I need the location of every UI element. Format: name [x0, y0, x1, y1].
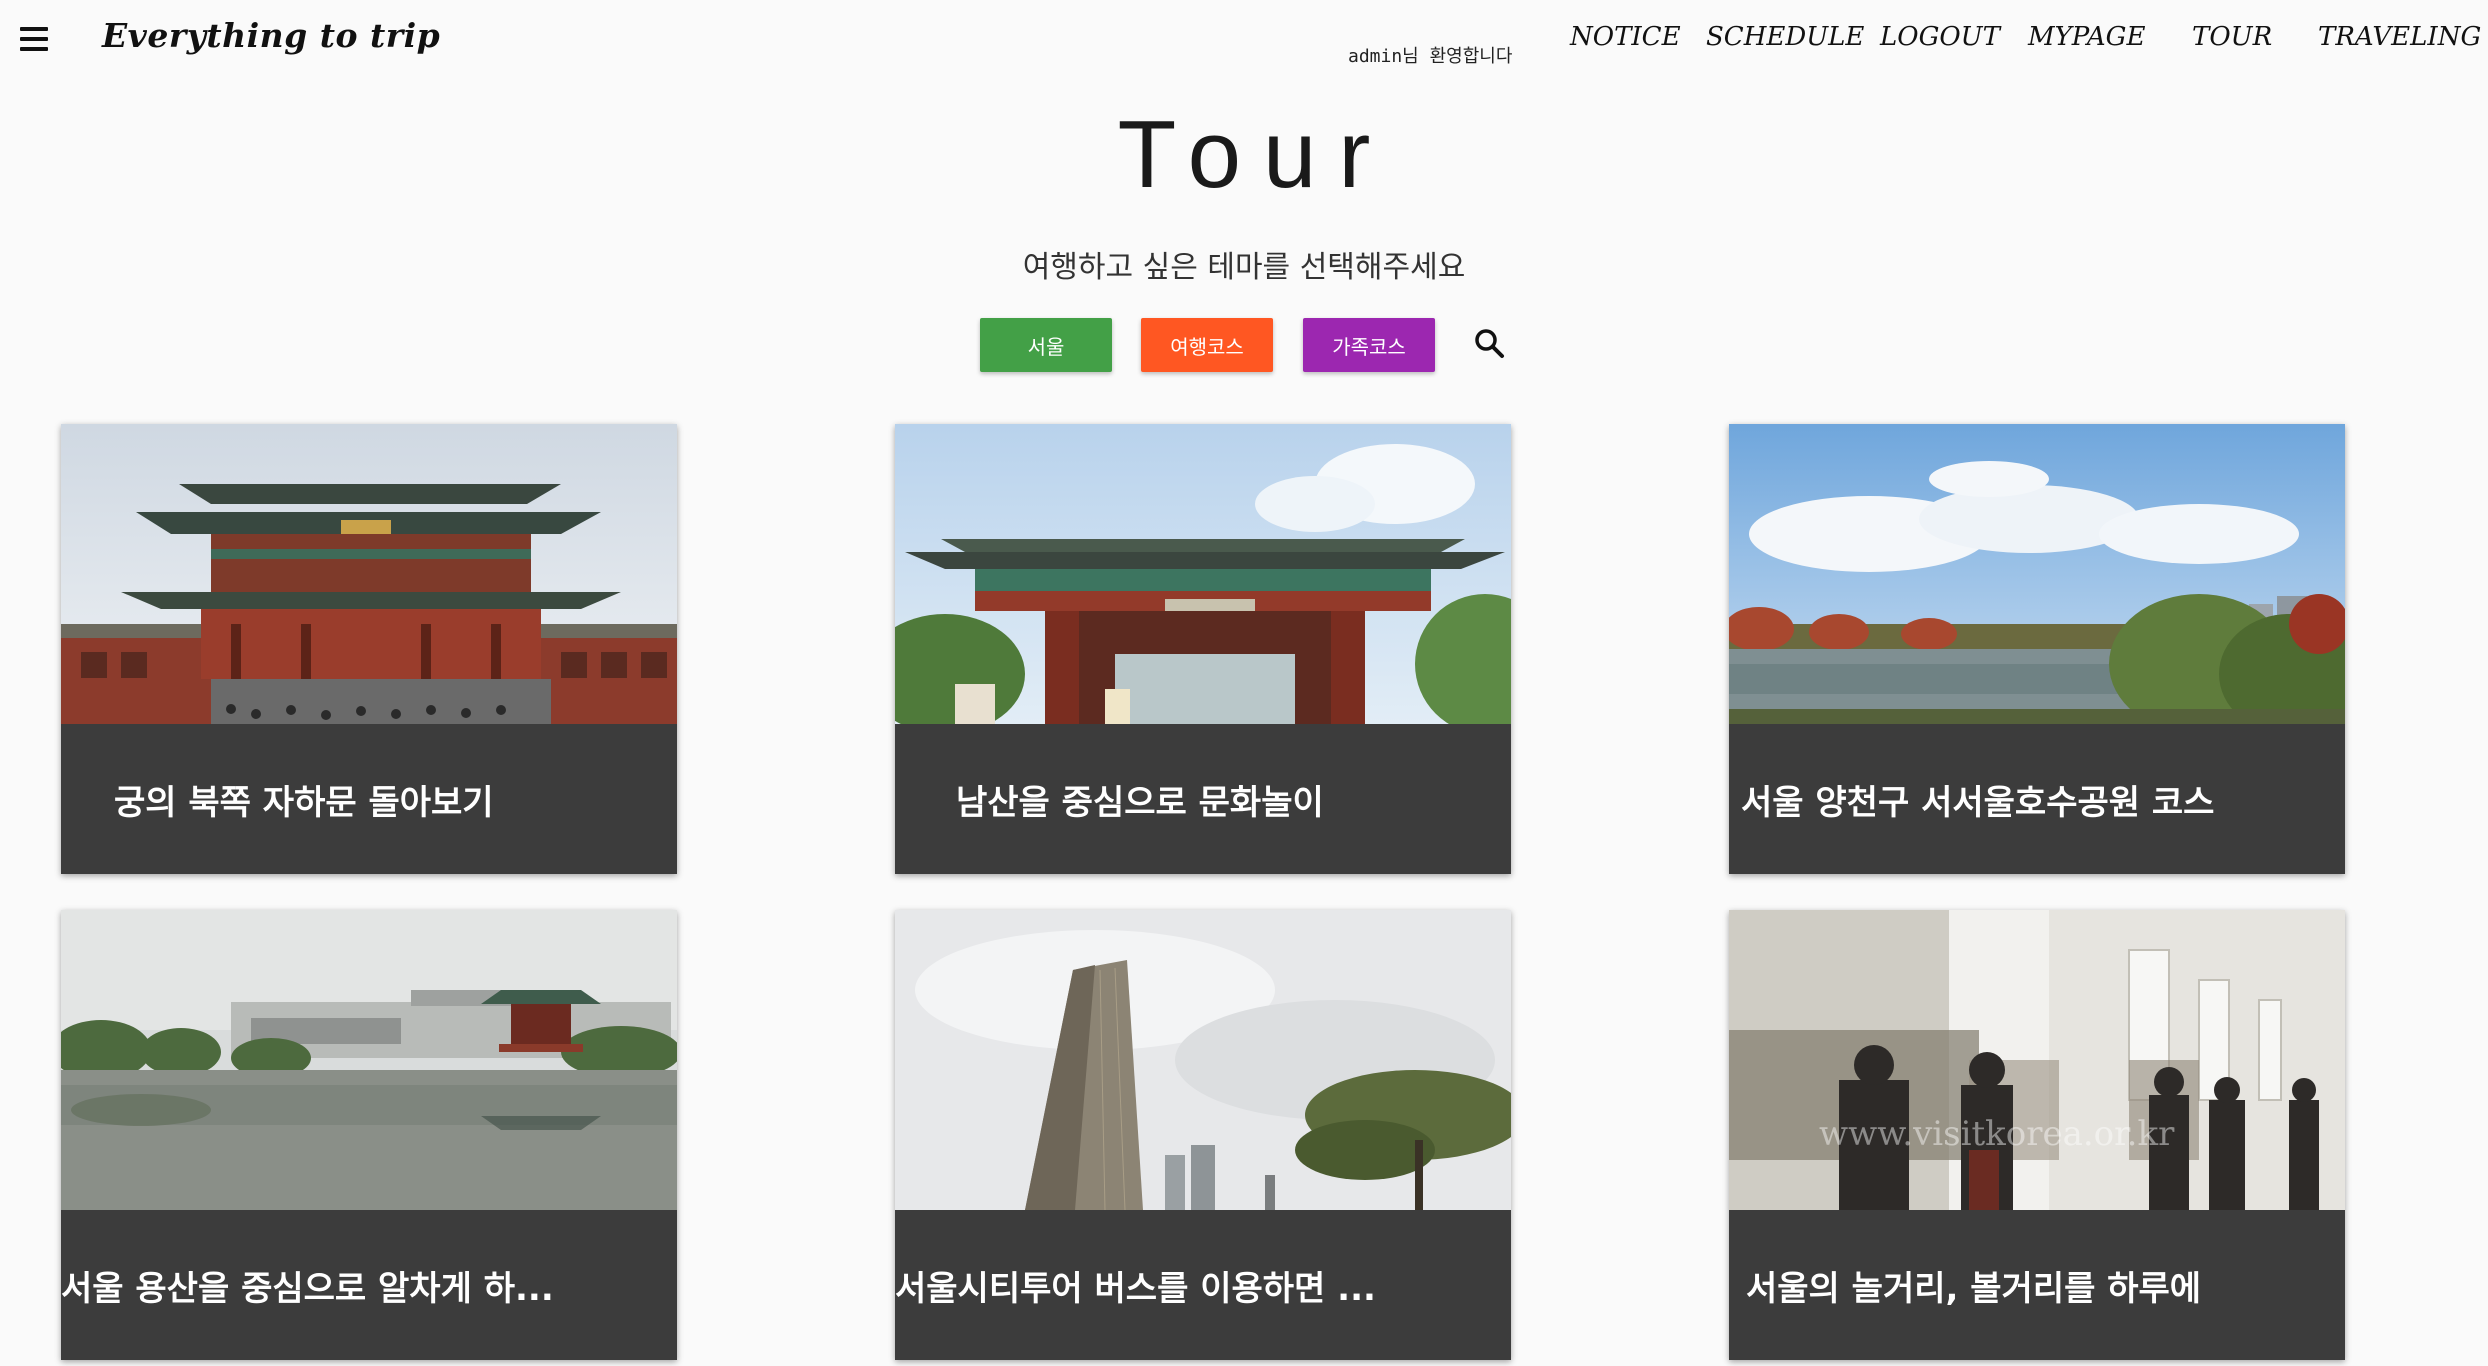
- tour-card[interactable]: 서울시티투어 버스를 이용하면 ...: [895, 910, 1511, 1360]
- card-title: 서울 양천구 서서울호수공원 코스: [1741, 782, 2215, 823]
- card-title: 서울 용산을 중심으로 알차게 하...: [61, 1268, 554, 1309]
- hamburger-menu-icon[interactable]: [14, 18, 56, 60]
- brand-logo[interactable]: Everything to trip: [102, 16, 440, 55]
- filter-travel-course-button[interactable]: 여행코스: [1141, 318, 1273, 372]
- filter-seoul-button[interactable]: 서울: [980, 318, 1112, 372]
- nav-logout[interactable]: LOGOUT: [1880, 22, 2000, 52]
- card-image-lake-park: [1729, 424, 2345, 724]
- card-image-palace-gate: [61, 424, 677, 724]
- card-image-63-tower: [895, 910, 1511, 1210]
- welcome-message: admin님 환영합니다: [1348, 46, 1513, 67]
- nav-schedule[interactable]: SCHEDULE: [1706, 22, 1864, 52]
- tour-card[interactable]: 남산을 중심으로 문화놀이: [895, 424, 1511, 874]
- card-title: 남산을 중심으로 문화놀이: [956, 782, 1324, 823]
- nav-traveling[interactable]: TRAVELING: [2318, 22, 2481, 52]
- search-icon[interactable]: [1470, 324, 1510, 364]
- card-image-museum-pond: [61, 910, 677, 1210]
- card-title: 서울시티투어 버스를 이용하면 ...: [895, 1268, 1376, 1309]
- tour-card[interactable]: 궁의 북쪽 자하문 돌아보기: [61, 424, 677, 874]
- card-title: 서울의 놀거리, 볼거리를 하루에: [1746, 1268, 2202, 1309]
- card-title: 궁의 북쪽 자하문 돌아보기: [114, 782, 494, 823]
- tour-card[interactable]: 서울 용산을 중심으로 알차게 하...: [61, 910, 677, 1360]
- card-image-museum-interior: www.visitkorea.or.kr: [1729, 910, 2345, 1210]
- page-title: Tour: [1117, 101, 1393, 208]
- card-image-namsan-gate: [895, 424, 1511, 724]
- nav-notice[interactable]: NOTICE: [1570, 22, 1681, 52]
- filter-family-course-button[interactable]: 가족코스: [1303, 318, 1435, 372]
- image-watermark: www.visitkorea.or.kr: [1819, 1114, 2175, 1154]
- page-subtitle: 여행하고 싶은 테마를 선택해주세요: [1022, 250, 1466, 285]
- top-bar: Everything to trip admin님 환영합니다 NOTICE S…: [0, 0, 2488, 80]
- nav-mypage[interactable]: MYPAGE: [2028, 22, 2145, 52]
- tour-card[interactable]: www.visitkorea.or.kr 서울의 놀거리, 볼거리를 하루에: [1729, 910, 2345, 1360]
- tour-card[interactable]: 서울 양천구 서서울호수공원 코스: [1729, 424, 2345, 874]
- nav-tour[interactable]: TOUR: [2192, 22, 2272, 52]
